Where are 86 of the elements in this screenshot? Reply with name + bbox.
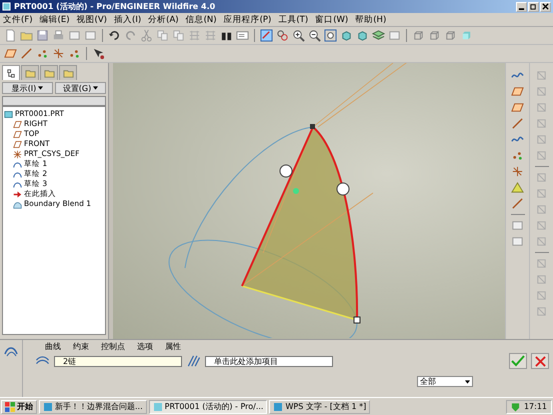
zoom-out-icon[interactable]	[308, 29, 321, 42]
surface-icon	[13, 200, 22, 208]
checkmark-icon	[511, 355, 525, 367]
taskbar-button[interactable]: WPS 文字 - [文档 1 *]	[269, 400, 370, 414]
second-direction-field[interactable]: 单击此处添加项目	[205, 356, 333, 366]
shield-icon[interactable]	[510, 402, 520, 412]
print-icon[interactable]	[52, 29, 65, 42]
second-direction-icon	[186, 355, 201, 367]
menu-item[interactable]: 分析(A)	[148, 14, 179, 26]
dashboard-tab[interactable]: 曲线	[45, 341, 61, 352]
restore-button[interactable]	[528, 2, 539, 12]
repaint-icon[interactable]	[260, 29, 273, 42]
close-icon	[534, 356, 546, 366]
app-icon	[152, 402, 163, 412]
close-button[interactable]	[540, 2, 551, 12]
axis-icon[interactable]	[511, 117, 524, 130]
app-icon	[43, 402, 53, 412]
show-menu[interactable]: 显示(I)	[2, 82, 53, 94]
settings-menu[interactable]: 设置(G)	[55, 82, 106, 94]
refit-icon[interactable]	[324, 29, 337, 42]
navigator-tab[interactable]	[2, 65, 20, 80]
taskbar-button[interactable]: PRT0001 (活动的) - Pro/...	[148, 400, 268, 414]
scissors-icon[interactable]	[140, 29, 153, 42]
folder-icon	[24, 68, 36, 78]
hidden-line-icon[interactable]	[428, 29, 441, 42]
part-icon	[4, 110, 13, 118]
zoom-in-icon[interactable]	[292, 29, 305, 42]
menu-item[interactable]: 应用程序(P)	[224, 14, 272, 26]
datum-plane-icon[interactable]	[511, 101, 524, 114]
coordinate-system-icon	[13, 150, 22, 158]
tree-structure-icon	[6, 68, 16, 78]
copy-icon[interactable]	[156, 29, 169, 42]
caret-icon	[465, 380, 470, 384]
help-pointer-icon[interactable]	[92, 47, 105, 60]
dashboard-tab[interactable]: 选项	[137, 341, 153, 352]
first-direction-icon	[35, 355, 50, 367]
menu-item[interactable]: 工具(T)	[278, 14, 308, 26]
datum-plane-icon[interactable]	[4, 47, 17, 60]
window-icon[interactable]	[511, 219, 524, 232]
coordinate-system-icon[interactable]	[52, 47, 65, 60]
save-icon[interactable]	[36, 29, 49, 42]
caret-icon	[93, 86, 98, 90]
shading-icon[interactable]	[460, 29, 473, 42]
paste-icon[interactable]	[172, 29, 185, 42]
menu-item[interactable]: 视图(V)	[76, 14, 107, 26]
window-icon[interactable]	[68, 29, 81, 42]
menu-item[interactable]: 窗口(W)	[315, 14, 348, 26]
cancel-button[interactable]	[531, 353, 549, 369]
restore-icon	[530, 3, 537, 10]
windows-logo-icon	[5, 402, 15, 412]
folder-icon	[62, 68, 74, 78]
window-title: PRT0001 (活动的) - Pro/ENGINEER Wildfire 4.0	[14, 1, 216, 12]
dashboard-tab[interactable]: 控制点	[101, 341, 125, 352]
close-icon	[542, 3, 549, 10]
taskbar-button[interactable]: 新手！！边界混合问题...	[39, 400, 147, 414]
triangle-icon[interactable]	[511, 181, 524, 194]
apply-button[interactable]	[509, 353, 527, 369]
sketch-icon[interactable]	[511, 85, 524, 98]
undo-icon[interactable]	[108, 29, 121, 42]
splitter-handle[interactable]	[108, 63, 113, 339]
no-hidden-icon[interactable]	[444, 29, 457, 42]
caret-icon	[38, 86, 44, 90]
coordinate-system-icon[interactable]	[511, 165, 524, 178]
app-icon	[273, 402, 284, 412]
menu-item[interactable]: 编辑(E)	[40, 14, 70, 26]
datum-axis-icon[interactable]	[20, 47, 33, 60]
window-icon[interactable]	[84, 29, 97, 42]
insert-arrow-icon	[13, 190, 22, 198]
first-direction-field[interactable]: 2链	[54, 356, 182, 366]
spin-center-icon[interactable]	[276, 29, 289, 42]
start-button[interactable]: 开始	[1, 400, 37, 414]
layers-icon[interactable]	[372, 29, 385, 42]
app-icon	[2, 2, 11, 11]
menu-item[interactable]: 插入(I)	[114, 14, 142, 26]
folder-icon	[44, 68, 54, 78]
menu-item[interactable]: 信息(N)	[186, 14, 217, 26]
selection-filter-dropdown[interactable]: 全部	[417, 376, 473, 387]
wireframe-icon[interactable]	[412, 29, 425, 42]
window-icon[interactable]	[511, 235, 524, 248]
minimize-button[interactable]	[516, 2, 527, 12]
new-file-icon[interactable]	[4, 29, 17, 42]
menu-item[interactable]: 文件(F)	[3, 14, 33, 26]
menu-item[interactable]: 帮助(H)	[355, 14, 386, 26]
dashboard-tab[interactable]: 属性	[165, 341, 181, 352]
dashboard-tab[interactable]: 约束	[73, 341, 89, 352]
clock: 17:11	[524, 402, 547, 411]
